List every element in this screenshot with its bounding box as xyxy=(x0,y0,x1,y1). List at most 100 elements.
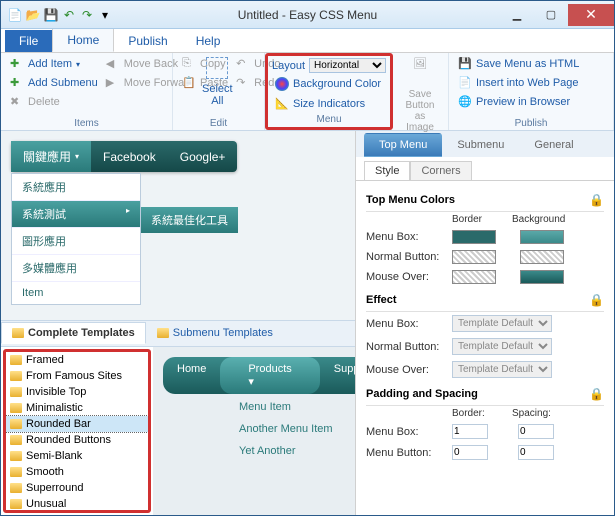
plus-icon: ✚ xyxy=(10,57,24,71)
folder-icon xyxy=(10,451,22,461)
copy-button[interactable]: ⎘Copy xyxy=(179,55,231,73)
color-swatch[interactable] xyxy=(452,230,496,244)
help-tab[interactable]: Help xyxy=(182,30,235,52)
size-indicators-button[interactable]: 📐Size Indicators xyxy=(272,95,386,113)
folder-icon xyxy=(10,371,22,381)
preview-menu-item[interactable]: Home xyxy=(163,357,220,394)
border-input[interactable] xyxy=(452,424,488,439)
effect-heading: Effect xyxy=(366,294,397,306)
template-item[interactable]: Unusual xyxy=(6,496,148,512)
general-tab[interactable]: General xyxy=(519,133,588,157)
preview-menu-item[interactable]: Support xyxy=(320,357,355,394)
dropdown-item[interactable]: 系統應用 xyxy=(12,174,140,201)
template-list[interactable]: FramedFrom Famous SitesInvisible TopMini… xyxy=(3,349,151,514)
effect-select[interactable]: Template Default xyxy=(452,361,552,378)
color-swatch[interactable] xyxy=(520,250,564,264)
minimize-button[interactable]: ▁ xyxy=(500,4,534,26)
ribbon-tabs: File Home Publish Help xyxy=(1,29,614,53)
insert-page-button[interactable]: 📄Insert into Web Page xyxy=(455,74,607,92)
template-item[interactable]: Rounded Buttons xyxy=(6,432,148,448)
dropdown-item[interactable]: Item xyxy=(12,282,140,304)
folder-icon xyxy=(10,499,22,509)
spacing-input[interactable] xyxy=(518,445,554,460)
new-icon[interactable]: 📄 xyxy=(7,7,23,23)
preview-menu-item[interactable]: Products ▾ xyxy=(220,357,319,394)
border-input[interactable] xyxy=(452,445,488,460)
maximize-button[interactable]: ▢ xyxy=(534,4,568,26)
lock-icon[interactable]: 🔒 xyxy=(589,293,604,307)
color-swatch[interactable] xyxy=(452,270,496,284)
home-tab[interactable]: Home xyxy=(52,28,114,52)
preview-submenu: Menu Item Another Menu Item Yet Another xyxy=(233,396,345,462)
undo-icon: ↶ xyxy=(236,57,250,71)
folder-icon xyxy=(12,328,24,338)
submenu-item[interactable]: 系統最佳化工具 xyxy=(141,207,238,233)
lock-icon[interactable]: 🔒 xyxy=(589,387,604,401)
template-tabs: Complete Templates Submenu Templates xyxy=(1,320,355,346)
dropdown-item[interactable]: 系統測試 ▸ xyxy=(12,201,140,228)
top-menu-item[interactable]: Google+ xyxy=(168,141,238,172)
dropdown-item[interactable]: 多媒體應用 xyxy=(12,255,140,282)
submenu-tab[interactable]: Submenu xyxy=(442,133,519,157)
effect-select[interactable]: Template Default xyxy=(452,315,552,332)
style-tab[interactable]: Style xyxy=(364,161,410,180)
preview-top-menu: 關鍵應用▾ Facebook Google+ xyxy=(11,141,237,172)
undo-icon[interactable]: ↶ xyxy=(61,7,77,23)
preview-sub-item[interactable]: Menu Item xyxy=(233,396,345,418)
save-html-button[interactable]: 💾Save Menu as HTML xyxy=(455,55,607,73)
template-item[interactable]: Minimalistic xyxy=(6,400,148,416)
property-panel[interactable]: Top Menu Colors🔒 BorderBackground Menu B… xyxy=(356,181,614,515)
template-item[interactable]: From Famous Sites xyxy=(6,368,148,384)
corners-tab[interactable]: Corners xyxy=(410,161,471,180)
redo-icon: ↷ xyxy=(236,76,250,90)
color-swatch[interactable] xyxy=(452,250,496,264)
add-item-button[interactable]: ✚Add Item▾ xyxy=(7,55,101,73)
top-menu-item[interactable]: 關鍵應用▾ xyxy=(11,141,91,172)
lock-icon[interactable]: 🔒 xyxy=(589,193,604,207)
file-tab[interactable]: File xyxy=(5,30,52,52)
complete-templates-tab[interactable]: Complete Templates xyxy=(1,322,146,344)
effect-select[interactable]: Template Default xyxy=(452,338,552,355)
preview-menu-bar: Home Products ▾ Support xyxy=(163,357,355,394)
submenu-templates-tab[interactable]: Submenu Templates xyxy=(146,322,284,344)
qat-dropdown-icon[interactable]: ▾ xyxy=(97,7,113,23)
arrow-right-icon: ▶ xyxy=(106,76,120,90)
redo-icon[interactable]: ↷ xyxy=(79,7,95,23)
preview-sub-item[interactable]: Yet Another xyxy=(233,440,345,462)
preview-browser-button[interactable]: 🌐Preview in Browser xyxy=(455,93,607,111)
preview-sub-item[interactable]: Another Menu Item xyxy=(233,418,345,440)
close-button[interactable]: ✕ xyxy=(568,4,614,26)
menu-canvas[interactable]: 關鍵應用▾ Facebook Google+ 系統應用 系統測試 ▸ 圖形應用 … xyxy=(1,131,355,320)
globe-icon: 🌐 xyxy=(458,95,472,109)
dropdown-menu: 系統應用 系統測試 ▸ 圖形應用 多媒體應用 Item xyxy=(11,173,141,305)
publish-tab[interactable]: Publish xyxy=(114,30,181,52)
open-icon[interactable]: 📂 xyxy=(25,7,41,23)
folder-icon xyxy=(10,483,22,493)
spacing-input[interactable] xyxy=(518,424,554,439)
plus-icon: ✚ xyxy=(10,76,24,90)
add-submenu-button[interactable]: ✚Add Submenu xyxy=(7,74,101,92)
template-item[interactable]: Framed xyxy=(6,352,148,368)
template-item[interactable]: Smooth xyxy=(6,464,148,480)
top-menu-item[interactable]: Facebook xyxy=(91,141,168,172)
color-swatch[interactable] xyxy=(520,270,564,284)
delete-button[interactable]: ✖Delete xyxy=(7,93,101,111)
folder-icon xyxy=(10,419,22,429)
save-button-as-image[interactable]: 🖼Save Button as Image xyxy=(399,55,441,135)
template-item[interactable]: Rounded Bar xyxy=(6,416,148,432)
template-item[interactable]: Superround xyxy=(6,480,148,496)
menu-group-label: Menu xyxy=(272,113,386,126)
color-swatch[interactable] xyxy=(520,230,564,244)
save-icon[interactable]: 💾 xyxy=(43,7,59,23)
quick-access-toolbar: 📄 📂 💾 ↶ ↷ ▾ xyxy=(1,7,119,23)
style-subtabs: Style Corners xyxy=(356,157,614,181)
layout-select[interactable]: Horizontal xyxy=(309,58,386,73)
bg-color-button[interactable]: Background Color xyxy=(272,75,386,93)
template-item[interactable]: Semi-Blank xyxy=(6,448,148,464)
paste-button[interactable]: 📋Paste xyxy=(179,74,231,92)
dropdown-item[interactable]: 圖形應用 xyxy=(12,228,140,255)
top-menu-tab[interactable]: Top Menu xyxy=(364,133,442,157)
template-item[interactable]: Invisible Top xyxy=(6,384,148,400)
template-item[interactable]: Various xyxy=(6,512,148,514)
folder-icon xyxy=(10,387,22,397)
